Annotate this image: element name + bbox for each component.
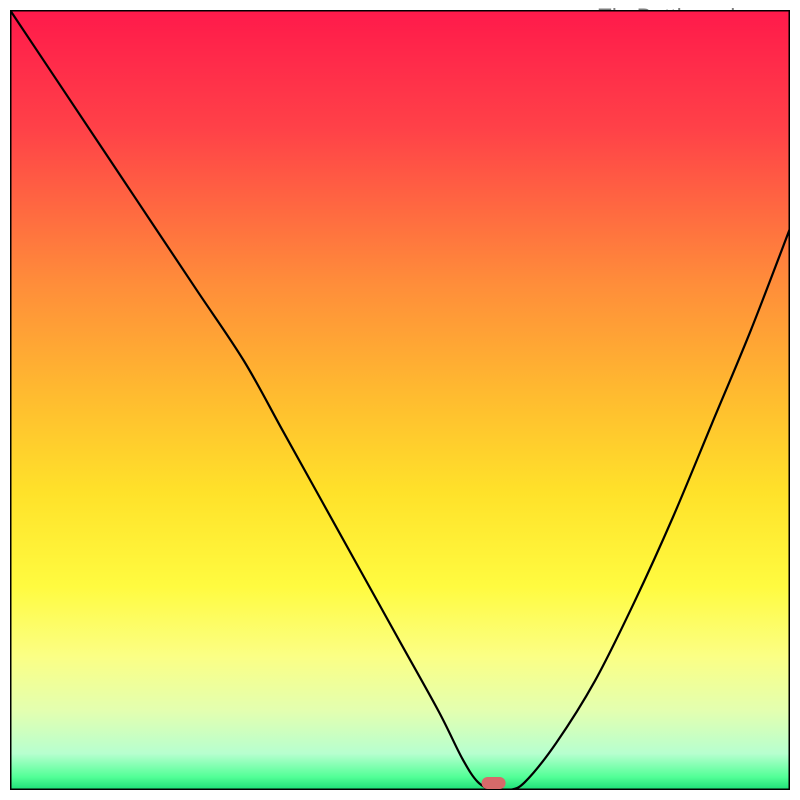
optimum-marker xyxy=(482,777,506,789)
bottleneck-plot xyxy=(10,10,790,790)
chart-frame: TheBottleneck.com xyxy=(0,0,800,800)
plot-area-fill xyxy=(12,12,789,789)
